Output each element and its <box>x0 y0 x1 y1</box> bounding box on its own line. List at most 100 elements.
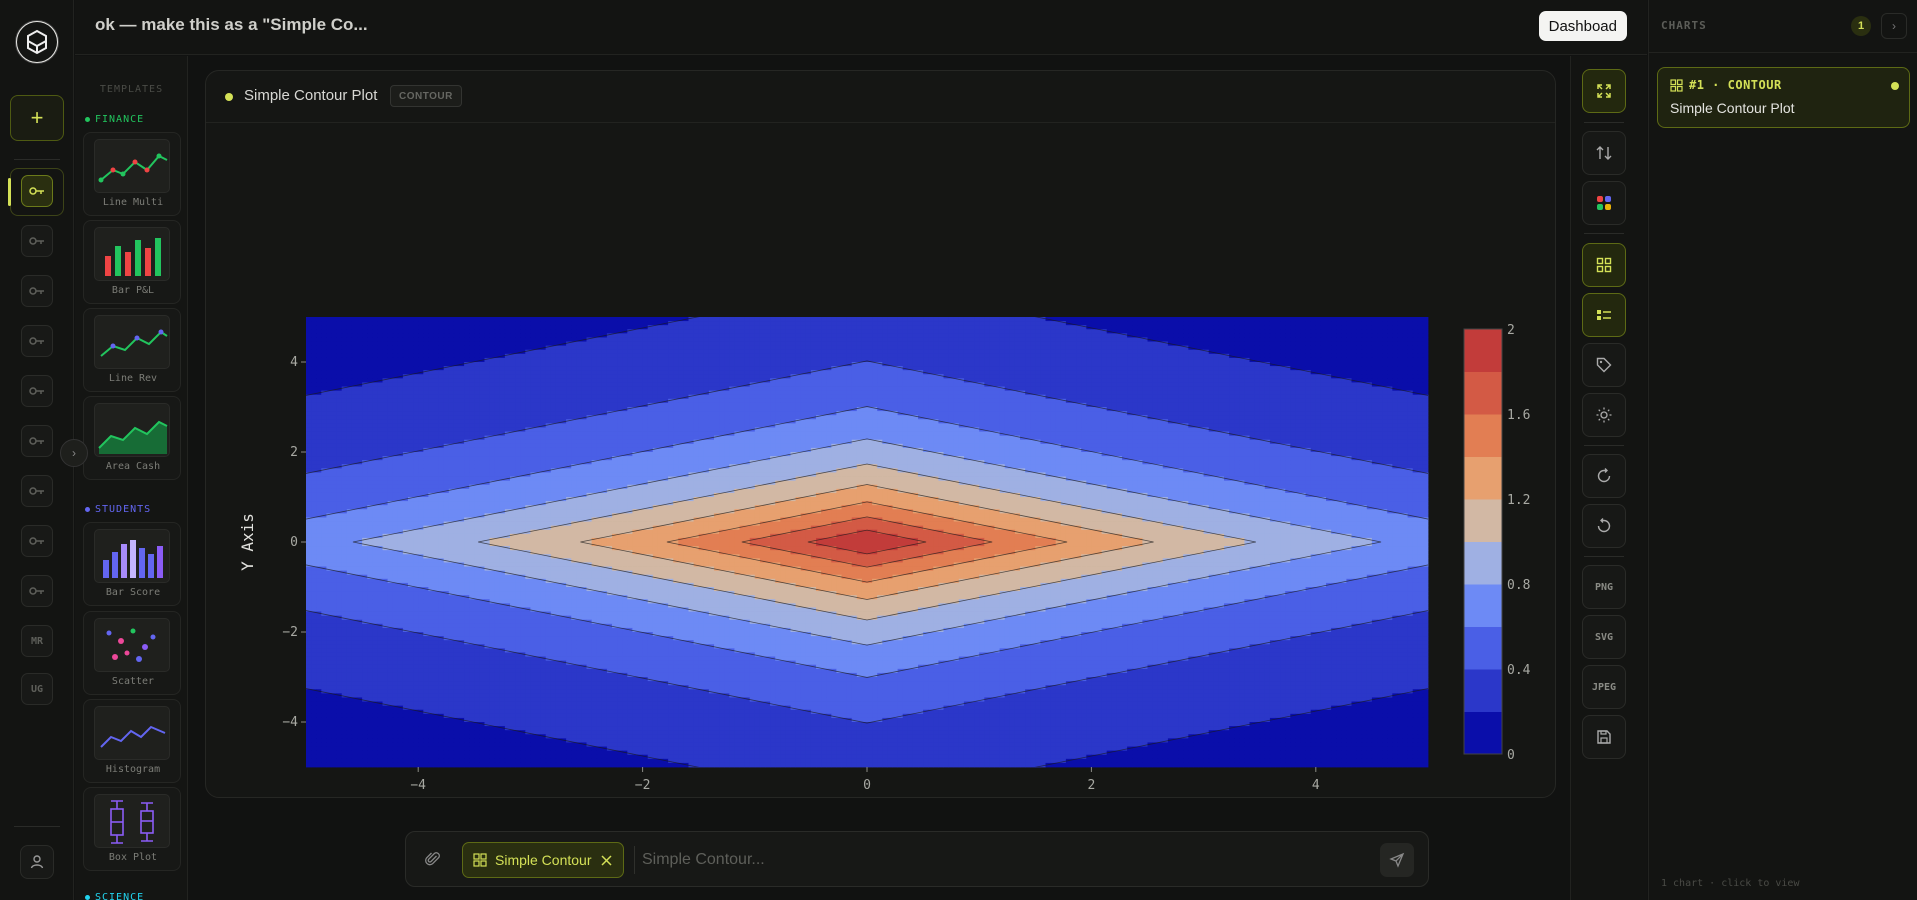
contour-cell <box>1249 329 1255 334</box>
contour-cell <box>754 366 761 371</box>
contour-cell <box>1269 378 1276 383</box>
contour-cell <box>770 366 776 371</box>
contour-cell <box>775 353 781 359</box>
contour-cell <box>1030 333 1036 338</box>
contour-cell <box>984 366 990 371</box>
contour-cell <box>1356 325 1363 330</box>
contour-cell <box>1101 337 1108 342</box>
contour-cell <box>826 329 832 334</box>
contour-cell <box>1320 394 1327 400</box>
contour-cell <box>673 357 679 363</box>
template-card[interactable]: Bar Score <box>83 522 181 606</box>
contour-cell <box>1305 378 1312 383</box>
contour-cell <box>346 341 353 347</box>
contour-cell <box>1412 345 1419 351</box>
template-category: SCIENCE <box>85 892 144 900</box>
rail-item[interactable] <box>21 275 53 307</box>
contour-cell <box>1025 353 1031 359</box>
contour-cell <box>581 378 587 383</box>
contour-cell <box>448 357 455 363</box>
contour-cell <box>1025 325 1031 330</box>
contour-cell <box>984 402 990 408</box>
template-card[interactable]: Box Plot <box>83 787 181 871</box>
rail-item[interactable]: UG <box>21 673 53 705</box>
rail-item[interactable] <box>21 425 53 457</box>
contour-cell <box>311 386 317 392</box>
contour-cell <box>418 362 424 367</box>
template-card[interactable]: Area Cash <box>83 396 181 480</box>
contour-cell <box>1173 345 1179 351</box>
contour-cell <box>759 333 766 338</box>
contour-cell <box>1045 362 1051 367</box>
contour-cell <box>790 382 796 387</box>
contour-cell <box>540 366 547 371</box>
contour-cell <box>1157 382 1164 387</box>
rail-item[interactable] <box>21 175 53 207</box>
rail-item[interactable] <box>21 525 53 557</box>
contour-cell <box>897 353 904 359</box>
contour-cell <box>1249 325 1255 330</box>
rail-item[interactable] <box>21 375 53 407</box>
new-chat-button[interactable]: + <box>10 95 64 141</box>
contour-cell <box>1336 386 1342 392</box>
contour-cell <box>606 390 613 396</box>
contour-cell <box>923 353 929 359</box>
contour-cell <box>1157 325 1164 330</box>
contour-cell <box>596 407 603 412</box>
contour-cell <box>1111 366 1118 371</box>
template-card[interactable]: Line Rev <box>83 308 181 392</box>
contour-cell <box>897 362 904 367</box>
contour-cell <box>790 321 796 326</box>
contour-cell <box>1397 402 1403 408</box>
contour-cell <box>1407 345 1414 351</box>
contour-cell <box>1106 325 1113 330</box>
contour-cell <box>637 398 643 404</box>
contour-cell <box>453 374 460 379</box>
contour-cell <box>795 341 802 347</box>
contour-cell <box>953 386 960 392</box>
contour-cell <box>785 317 791 322</box>
dashboard-button[interactable]: Dashboad <box>1538 11 1627 41</box>
contour-cell <box>1086 357 1092 363</box>
contour-cell <box>1259 325 1266 330</box>
contour-cell <box>948 333 955 338</box>
template-card[interactable]: Line Multi <box>83 132 181 216</box>
contour-cell <box>892 382 898 387</box>
contour-cell <box>474 382 480 387</box>
contour-cell <box>561 337 567 342</box>
rail-item[interactable] <box>21 325 53 357</box>
contour-cell <box>530 394 536 400</box>
app-logo[interactable] <box>15 20 59 64</box>
template-card[interactable]: Histogram <box>83 699 181 783</box>
contour-cell <box>494 386 501 392</box>
expand-templates-button[interactable]: › <box>60 439 88 467</box>
contour-cell <box>1167 362 1174 367</box>
contour-cell <box>800 341 807 347</box>
contour-cell <box>729 349 735 355</box>
contour-cell <box>683 378 689 383</box>
contour-cell <box>1035 349 1041 355</box>
contour-cell <box>1346 325 1352 330</box>
contour-cell <box>632 317 638 322</box>
contour-cell <box>719 329 725 334</box>
contour-cell <box>306 345 312 351</box>
contour-cell <box>1412 337 1419 342</box>
contour-cell <box>800 382 807 387</box>
contour-cell <box>1116 398 1123 404</box>
contour-cell <box>1402 357 1408 363</box>
rail-item[interactable] <box>21 475 53 507</box>
contour-cell <box>1371 357 1378 363</box>
rail-item[interactable] <box>21 575 53 607</box>
contour-cell <box>714 382 720 387</box>
rail-item[interactable]: MR <box>21 625 53 657</box>
contour-cell <box>357 366 363 371</box>
contour-cell <box>775 357 781 363</box>
rail-item[interactable] <box>21 225 53 257</box>
contour-cell <box>826 337 832 342</box>
template-card[interactable]: Bar P&L <box>83 220 181 304</box>
user-profile-button[interactable] <box>20 845 54 879</box>
contour-cell <box>377 386 383 392</box>
template-card[interactable]: Scatter <box>83 611 181 695</box>
contour-cell <box>1142 329 1148 334</box>
contour-cell <box>525 398 531 404</box>
